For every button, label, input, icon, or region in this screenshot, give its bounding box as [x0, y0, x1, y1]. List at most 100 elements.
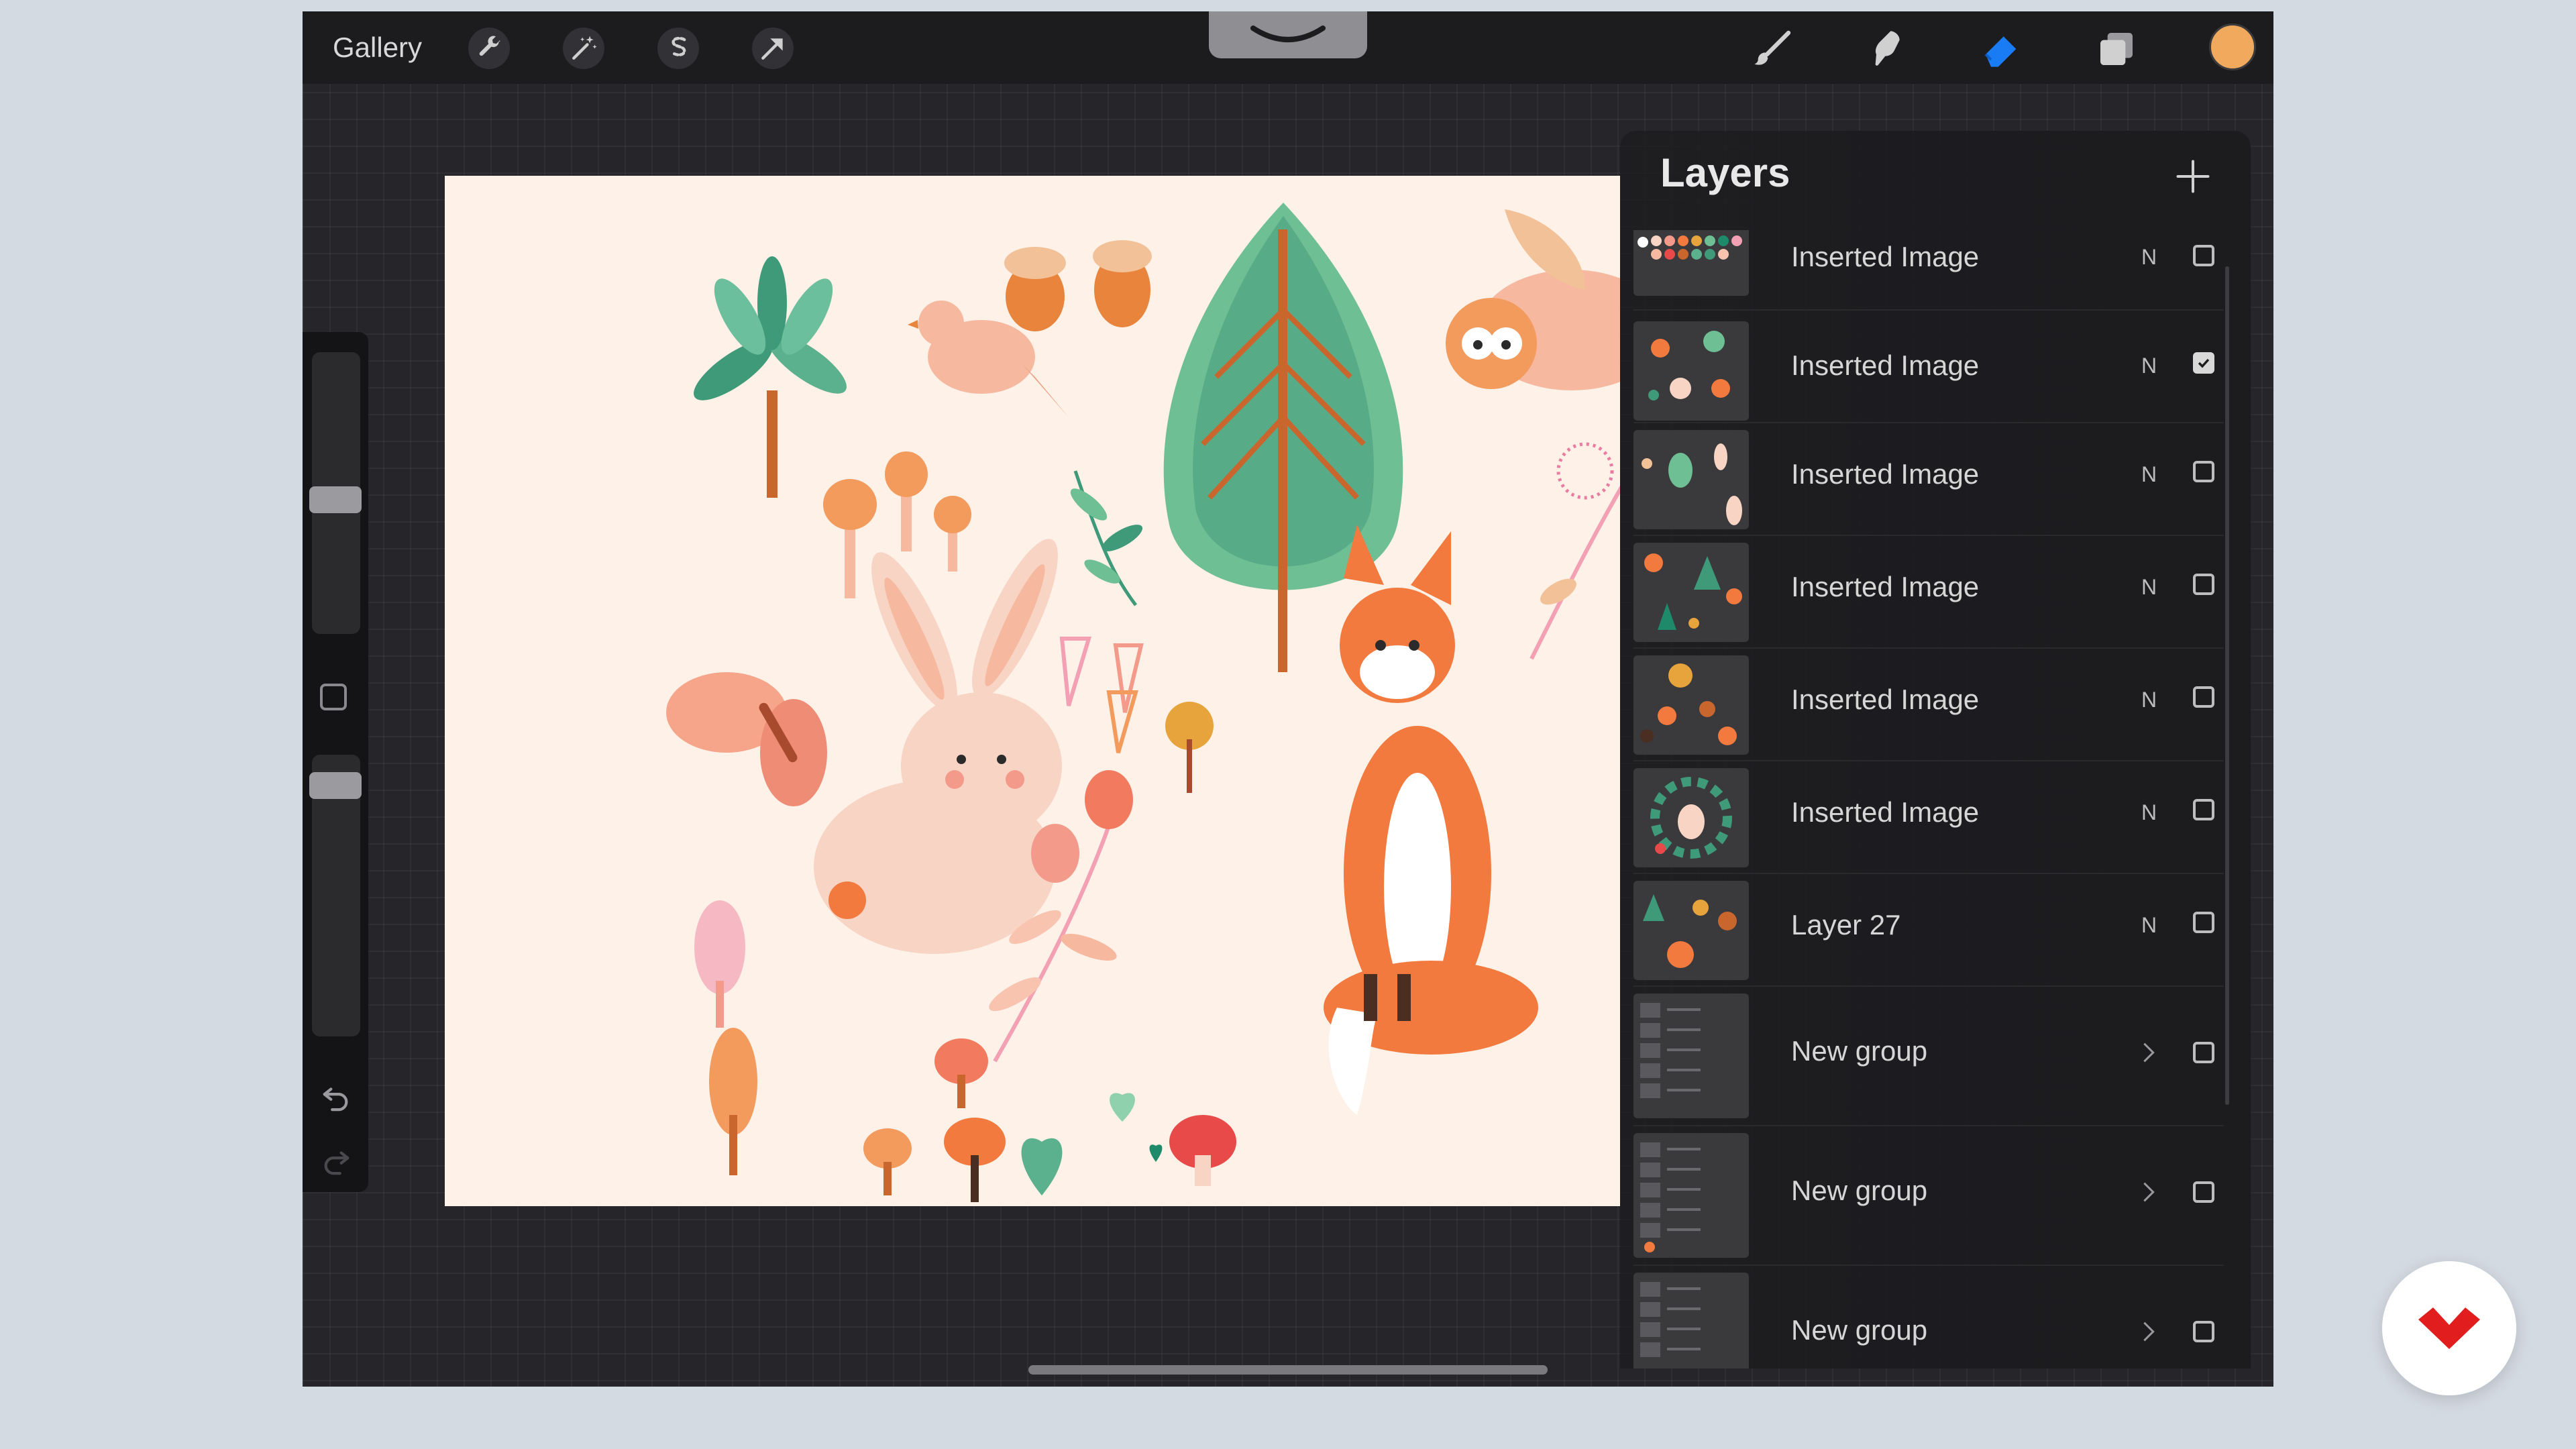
layer-name: Inserted Image [1791, 684, 1980, 715]
group-visibility-checkbox[interactable] [2193, 1181, 2214, 1203]
group-row[interactable]: New group [1633, 987, 2224, 1126]
group-row[interactable]: New group [1633, 1266, 2224, 1368]
top-toolbar: Gallery [303, 11, 2273, 84]
brush-size-thumb[interactable] [309, 486, 362, 513]
home-indicator[interactable] [1028, 1365, 1548, 1375]
transform-button[interactable] [752, 28, 794, 69]
blend-mode[interactable]: N [2141, 913, 2157, 938]
layer-list: Inserted Image N Inserted Image N Insert… [1620, 230, 2251, 1368]
redo-button[interactable] [316, 1140, 356, 1181]
layer-row[interactable]: Inserted Image N [1633, 230, 2224, 311]
layer-visibility-checkbox[interactable] [2193, 461, 2214, 482]
erase-tool-button[interactable] [1978, 25, 2026, 73]
moth-illustration [666, 672, 827, 806]
layer-thumbnail [1633, 543, 1749, 642]
selection-s-icon [672, 36, 686, 56]
brush-icon [1754, 30, 1791, 65]
gallery-button[interactable]: Gallery [333, 26, 422, 69]
undo-icon [323, 1087, 348, 1112]
drawing-canvas[interactable] [445, 176, 1620, 1206]
leaf-sprig-illustration [1070, 470, 1143, 606]
group-visibility-checkbox[interactable] [2193, 1042, 2214, 1063]
green-sprouts-illustration [1021, 1093, 1163, 1195]
layer-visibility-checkbox[interactable] [2193, 686, 2214, 708]
layer-thumbnail [1633, 321, 1749, 421]
toolbar-pull-tab[interactable] [1209, 11, 1367, 58]
eraser-icon [1984, 36, 2017, 67]
layer-visibility-checkbox[interactable] [2193, 245, 2214, 266]
transform-arrow-icon [761, 38, 783, 60]
magic-wand-icon [572, 36, 597, 60]
layer-visibility-checkbox[interactable] [2193, 912, 2214, 933]
layer-row[interactable]: Inserted Image N [1633, 311, 2224, 423]
layer-thumbnail [1633, 768, 1749, 867]
layer-thumbnail [1633, 655, 1749, 755]
fox-illustration [1324, 525, 1538, 1115]
checkmark-icon [2198, 358, 2210, 368]
layer-thumbnail [1633, 230, 1749, 296]
chevron-right-icon[interactable] [2135, 1176, 2162, 1208]
layer-name: Inserted Image [1791, 458, 1980, 490]
layer-name: Inserted Image [1791, 241, 1980, 272]
redo-icon [324, 1151, 350, 1175]
layers-panel: Layers Inserted Image N Inserted Image N… [1620, 131, 2251, 1368]
layer-row[interactable]: Layer 27 N [1633, 874, 2224, 987]
tulips-illustration [1059, 637, 1214, 793]
layer-name: Layer 27 [1791, 909, 1901, 941]
modify-button[interactable] [320, 684, 347, 710]
layer-row[interactable]: Inserted Image N [1633, 761, 2224, 874]
blend-mode[interactable]: N [2141, 688, 2157, 712]
blend-mode[interactable]: N [2141, 245, 2157, 270]
chevron-right-icon[interactable] [2135, 1316, 2162, 1348]
plus-icon[interactable] [2173, 156, 2213, 197]
layers-button[interactable] [2092, 25, 2141, 73]
layer-thumbnail [1633, 881, 1749, 980]
group-name: New group [1791, 1175, 1928, 1206]
owl-illustration [1446, 209, 1620, 390]
group-thumbnail [1633, 994, 1749, 1118]
flower-sprig-illustration [1529, 442, 1620, 660]
layer-visibility-checkbox[interactable] [2193, 574, 2214, 595]
selection-button[interactable] [657, 28, 699, 69]
blend-mode[interactable]: N [2141, 800, 2157, 825]
layer-row[interactable]: Inserted Image N [1633, 649, 2224, 761]
undo-button[interactable] [316, 1077, 356, 1117]
layer-thumbnail [1633, 430, 1749, 529]
adjustments-button[interactable] [563, 28, 604, 69]
smudge-tool-button[interactable] [1863, 25, 1911, 73]
group-thumbnail [1633, 1133, 1749, 1258]
layer-row[interactable]: Inserted Image N [1633, 423, 2224, 536]
actions-button[interactable] [468, 28, 510, 69]
blend-mode[interactable]: N [2141, 462, 2157, 487]
group-row[interactable]: New group [1633, 1126, 2224, 1266]
layer-name: Inserted Image [1791, 571, 1980, 602]
palm-tree-illustration [694, 256, 847, 498]
procreate-app: Gallery Layers Inserted Image N Inserted… [303, 11, 2273, 1387]
layers-panel-title: Layers [1660, 150, 1790, 195]
layers-icon [2100, 33, 2133, 65]
brand-logo-icon [2418, 1307, 2480, 1349]
group-name: New group [1791, 1035, 1928, 1067]
chevron-right-icon[interactable] [2135, 1036, 2162, 1069]
brand-logo-badge [2382, 1261, 2516, 1395]
acorn-illustration [1004, 240, 1152, 331]
layer-visibility-checkbox[interactable] [2193, 352, 2214, 374]
paint-tool-button[interactable] [1748, 25, 1796, 73]
layer-name: Inserted Image [1791, 350, 1980, 381]
blend-mode[interactable]: N [2141, 354, 2157, 378]
group-visibility-checkbox[interactable] [2193, 1321, 2214, 1342]
group-name: New group [1791, 1314, 1928, 1346]
blend-mode[interactable]: N [2141, 575, 2157, 600]
layers-scrollbar[interactable] [2225, 266, 2229, 1105]
group-thumbnail [1633, 1273, 1749, 1368]
smudge-icon [1875, 31, 1900, 66]
woodland-illustration [666, 203, 1620, 1202]
color-picker-swatch[interactable] [2209, 23, 2256, 70]
layer-name: Inserted Image [1791, 796, 1980, 828]
opacity-thumb[interactable] [309, 772, 362, 799]
layer-visibility-checkbox[interactable] [2193, 799, 2214, 820]
left-sidebar [303, 332, 368, 1192]
wrench-icon [479, 36, 500, 56]
chevron-down-icon [1250, 25, 1326, 42]
layer-row[interactable]: Inserted Image N [1633, 536, 2224, 649]
